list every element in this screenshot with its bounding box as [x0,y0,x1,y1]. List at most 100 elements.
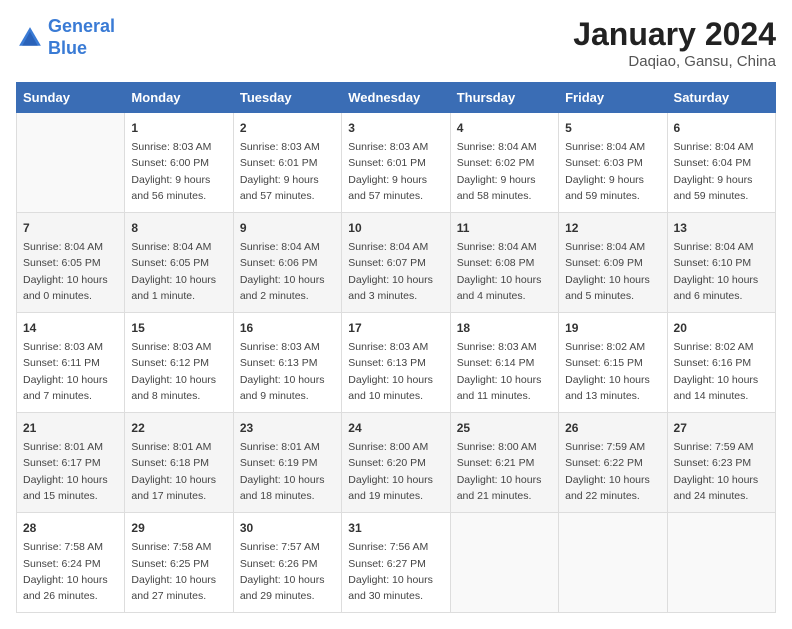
calendar-cell: 29 Sunrise: 7:58 AMSunset: 6:25 PMDayligh… [125,513,233,613]
day-info: Sunrise: 8:01 AMSunset: 6:19 PMDaylight:… [240,439,335,504]
day-info: Sunrise: 8:04 AMSunset: 6:08 PMDaylight:… [457,239,552,304]
day-number: 29 [131,519,226,537]
calendar-cell: 21 Sunrise: 8:01 AMSunset: 6:17 PMDayligh… [17,413,125,513]
calendar-cell: 25 Sunrise: 8:00 AMSunset: 6:21 PMDayligh… [450,413,558,513]
day-info: Sunrise: 8:01 AMSunset: 6:17 PMDaylight:… [23,439,118,504]
day-number: 4 [457,119,552,137]
logo-line1: General [48,16,115,36]
day-info: Sunrise: 8:04 AMSunset: 6:03 PMDaylight:… [565,139,660,204]
calendar-cell: 4 Sunrise: 8:04 AMSunset: 6:02 PMDaylight… [450,113,558,213]
day-number: 24 [348,419,443,437]
day-number: 5 [565,119,660,137]
calendar-cell: 16 Sunrise: 8:03 AMSunset: 6:13 PMDayligh… [233,313,341,413]
calendar-cell: 15 Sunrise: 8:03 AMSunset: 6:12 PMDayligh… [125,313,233,413]
calendar-week-row: 7 Sunrise: 8:04 AMSunset: 6:05 PMDaylight… [17,213,776,313]
day-number: 27 [674,419,769,437]
day-number: 31 [348,519,443,537]
day-info: Sunrise: 8:01 AMSunset: 6:18 PMDaylight:… [131,439,226,504]
day-info: Sunrise: 7:58 AMSunset: 6:24 PMDaylight:… [23,539,118,604]
calendar-cell: 6Sunrise: 8:04 AMSunset: 6:04 PMDaylight… [667,113,775,213]
day-number: 22 [131,419,226,437]
day-info: Sunrise: 8:03 AMSunset: 6:13 PMDaylight:… [240,339,335,404]
header-saturday: Saturday [667,83,775,113]
day-info: Sunrise: 8:03 AMSunset: 6:00 PMDaylight:… [131,139,226,204]
day-number: 12 [565,219,660,237]
day-info: Sunrise: 8:03 AMSunset: 6:13 PMDaylight:… [348,339,443,404]
calendar-cell: 24 Sunrise: 8:00 AMSunset: 6:20 PMDayligh… [342,413,450,513]
logo-text: General Blue [48,16,115,59]
day-number: 20 [674,319,769,337]
calendar-cell: 17Sunrise: 8:03 AMSunset: 6:13 PMDayligh… [342,313,450,413]
calendar-week-row: 28 Sunrise: 7:58 AMSunset: 6:24 PMDayligh… [17,513,776,613]
day-number: 13 [674,219,769,237]
header-friday: Friday [559,83,667,113]
calendar-cell [559,513,667,613]
calendar-title: January 2024 [573,16,776,53]
day-info: Sunrise: 8:02 AMSunset: 6:16 PMDaylight:… [674,339,769,404]
day-info: Sunrise: 8:03 AMSunset: 6:11 PMDaylight:… [23,339,118,404]
day-info: Sunrise: 8:04 AMSunset: 6:02 PMDaylight:… [457,139,552,204]
calendar-cell [667,513,775,613]
header-sunday: Sunday [17,83,125,113]
calendar-cell: 7Sunrise: 8:04 AMSunset: 6:05 PMDaylight… [17,213,125,313]
day-info: Sunrise: 7:59 AMSunset: 6:23 PMDaylight:… [674,439,769,504]
calendar-cell: 1 Sunrise: 8:03 AMSunset: 6:00 PMDaylight… [125,113,233,213]
day-number: 19 [565,319,660,337]
day-number: 30 [240,519,335,537]
day-info: Sunrise: 8:00 AMSunset: 6:21 PMDaylight:… [457,439,552,504]
logo-icon [16,24,44,52]
day-number: 21 [23,419,118,437]
day-info: Sunrise: 8:04 AMSunset: 6:05 PMDaylight:… [131,239,226,304]
logo-line2: Blue [48,38,87,58]
day-number: 15 [131,319,226,337]
day-info: Sunrise: 7:57 AMSunset: 6:26 PMDaylight:… [240,539,335,604]
calendar-cell: 9 Sunrise: 8:04 AMSunset: 6:06 PMDaylight… [233,213,341,313]
day-number: 26 [565,419,660,437]
logo: General Blue [16,16,115,59]
day-info: Sunrise: 8:04 AMSunset: 6:04 PMDaylight:… [674,139,769,204]
day-info: Sunrise: 8:03 AMSunset: 6:01 PMDaylight:… [240,139,335,204]
calendar-cell: 20 Sunrise: 8:02 AMSunset: 6:16 PMDayligh… [667,313,775,413]
calendar-cell: 11 Sunrise: 8:04 AMSunset: 6:08 PMDayligh… [450,213,558,313]
calendar-cell: 18 Sunrise: 8:03 AMSunset: 6:14 PMDayligh… [450,313,558,413]
day-number: 11 [457,219,552,237]
day-info: Sunrise: 8:04 AMSunset: 6:06 PMDaylight:… [240,239,335,304]
day-info: Sunrise: 8:00 AMSunset: 6:20 PMDaylight:… [348,439,443,504]
calendar-cell: 22 Sunrise: 8:01 AMSunset: 6:18 PMDayligh… [125,413,233,513]
day-number: 18 [457,319,552,337]
calendar-cell: 3Sunrise: 8:03 AMSunset: 6:01 PMDaylight… [342,113,450,213]
calendar-cell: 2Sunrise: 8:03 AMSunset: 6:01 PMDaylight… [233,113,341,213]
calendar-cell: 13 Sunrise: 8:04 AMSunset: 6:10 PMDayligh… [667,213,775,313]
day-number: 25 [457,419,552,437]
header-thursday: Thursday [450,83,558,113]
calendar-cell: 8 Sunrise: 8:04 AMSunset: 6:05 PMDaylight… [125,213,233,313]
calendar-cell [450,513,558,613]
day-info: Sunrise: 7:58 AMSunset: 6:25 PMDaylight:… [131,539,226,604]
day-info: Sunrise: 8:03 AMSunset: 6:12 PMDaylight:… [131,339,226,404]
calendar-cell: 10Sunrise: 8:04 AMSunset: 6:07 PMDayligh… [342,213,450,313]
calendar-cell: 31Sunrise: 7:56 AMSunset: 6:27 PMDayligh… [342,513,450,613]
page-header: General Blue January 2024 Daqiao, Gansu,… [16,16,776,70]
day-number: 7 [23,219,118,237]
day-number: 1 [131,119,226,137]
header-monday: Monday [125,83,233,113]
calendar-table: SundayMondayTuesdayWednesdayThursdayFrid… [16,82,776,613]
day-number: 8 [131,219,226,237]
day-number: 16 [240,319,335,337]
day-info: Sunrise: 7:59 AMSunset: 6:22 PMDaylight:… [565,439,660,504]
day-info: Sunrise: 8:03 AMSunset: 6:01 PMDaylight:… [348,139,443,204]
header-wednesday: Wednesday [342,83,450,113]
day-number: 10 [348,219,443,237]
calendar-week-row: 21 Sunrise: 8:01 AMSunset: 6:17 PMDayligh… [17,413,776,513]
day-info: Sunrise: 8:04 AMSunset: 6:10 PMDaylight:… [674,239,769,304]
day-number: 9 [240,219,335,237]
calendar-cell: 14Sunrise: 8:03 AMSunset: 6:11 PMDayligh… [17,313,125,413]
day-number: 28 [23,519,118,537]
calendar-cell: 28 Sunrise: 7:58 AMSunset: 6:24 PMDayligh… [17,513,125,613]
day-info: Sunrise: 8:03 AMSunset: 6:14 PMDaylight:… [457,339,552,404]
calendar-cell: 19 Sunrise: 8:02 AMSunset: 6:15 PMDayligh… [559,313,667,413]
title-block: January 2024 Daqiao, Gansu, China [573,16,776,70]
day-number: 23 [240,419,335,437]
day-info: Sunrise: 8:02 AMSunset: 6:15 PMDaylight:… [565,339,660,404]
calendar-cell: 26 Sunrise: 7:59 AMSunset: 6:22 PMDayligh… [559,413,667,513]
